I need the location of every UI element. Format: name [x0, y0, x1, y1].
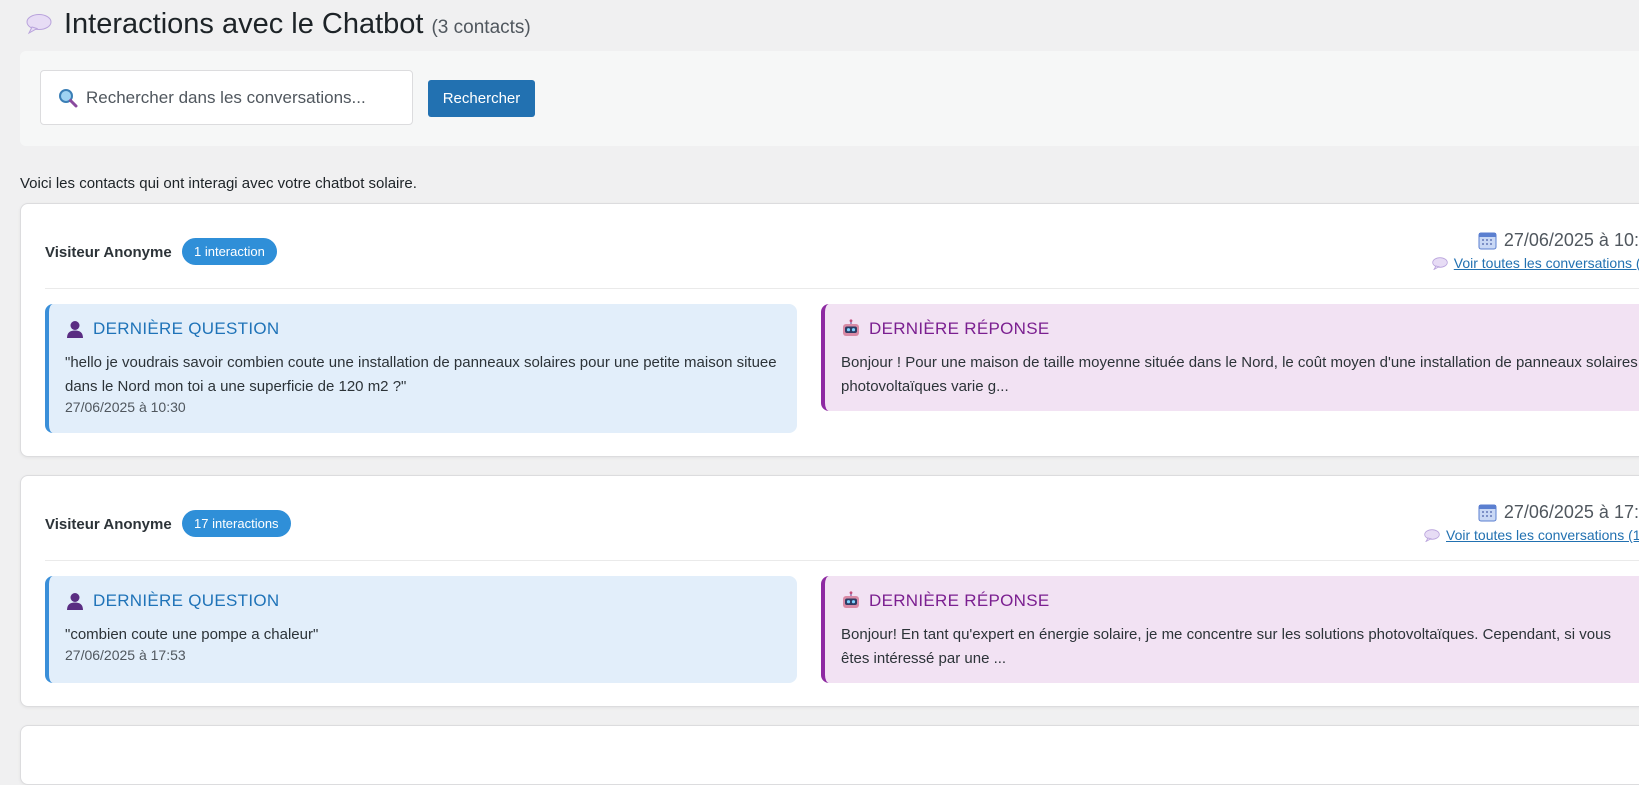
last-answer-text: Bonjour! En tant qu'expert en énergie so…: [841, 626, 1611, 667]
search-button[interactable]: Rechercher: [428, 80, 535, 117]
robot-icon: [843, 319, 859, 336]
user-icon: [67, 593, 83, 610]
last-question-box: DERNIÈRE QUESTION "combien coute une pom…: [45, 576, 797, 683]
page-header: Interactions avec le Chatbot (3 contacts…: [26, 8, 531, 41]
last-answer-header: DERNIÈRE RÉPONSE: [841, 591, 1050, 611]
search-field[interactable]: [40, 70, 413, 125]
last-question-header: DERNIÈRE QUESTION: [65, 591, 279, 611]
last-answer-title: DERNIÈRE RÉPONSE: [869, 319, 1050, 338]
contact-name: Visiteur Anonyme: [45, 244, 172, 261]
contact-name: Visiteur Anonyme: [45, 516, 172, 533]
speech-bubble-icon: [1432, 256, 1448, 270]
last-question-text: "hello je voudrais savoir combien coute …: [65, 354, 777, 395]
contact-date: 27/06/2025 à 10:30: [1478, 230, 1639, 251]
contact-count: (3 contacts): [431, 17, 531, 38]
last-question-title: DERNIÈRE QUESTION: [93, 591, 280, 610]
calendar-icon: [1478, 504, 1497, 522]
robot-icon: [843, 591, 859, 608]
contact-card: Visiteur Anonyme 17 interactions 27/06/2…: [20, 475, 1639, 707]
view-all-conversations-label: Voir toutes les conversations (1): [1453, 255, 1639, 271]
speech-bubble-icon: [1424, 528, 1440, 542]
last-question-text: "combien coute une pompe a chaleur": [65, 626, 319, 643]
interaction-count-badge: 1 interaction: [182, 238, 277, 265]
view-all-conversations-link[interactable]: Voir toutes les conversations (17): [1424, 527, 1639, 543]
last-question-date: 27/06/2025 à 17:53: [65, 647, 186, 663]
contact-card: [20, 725, 1639, 785]
last-question-date: 27/06/2025 à 10:30: [65, 399, 186, 415]
view-all-conversations-link[interactable]: Voir toutes les conversations (1): [1432, 255, 1639, 271]
page-title: Interactions avec le Chatbot: [64, 8, 424, 40]
contact-date-text: 27/06/2025 à 10:30: [1503, 230, 1639, 250]
contact-card: Visiteur Anonyme 1 interaction 27/06/202…: [20, 203, 1639, 457]
search-input[interactable]: [86, 87, 396, 108]
intro-text: Voici les contacts qui ont interagi avec…: [20, 175, 417, 192]
contact-card-header: Visiteur Anonyme 1 interaction 27/06/202…: [45, 204, 1639, 289]
contact-date: 27/06/2025 à 17:53: [1478, 502, 1639, 523]
last-answer-title: DERNIÈRE RÉPONSE: [869, 591, 1050, 610]
calendar-icon: [1478, 232, 1497, 250]
view-all-conversations-label: Voir toutes les conversations (17): [1446, 527, 1639, 543]
last-answer-box: DERNIÈRE RÉPONSE Bonjour! En tant qu'exp…: [821, 576, 1639, 683]
contact-card-header: Visiteur Anonyme 17 interactions 27/06/2…: [45, 476, 1639, 561]
last-question-title: DERNIÈRE QUESTION: [93, 319, 280, 338]
last-answer-box: DERNIÈRE RÉPONSE Bonjour ! Pour une mais…: [821, 304, 1639, 411]
user-icon: [67, 321, 83, 338]
last-answer-text: Bonjour ! Pour une maison de taille moye…: [841, 354, 1638, 395]
contact-date-text: 27/06/2025 à 17:53: [1503, 502, 1639, 522]
last-question-header: DERNIÈRE QUESTION: [65, 319, 279, 339]
interaction-count-badge: 17 interactions: [182, 510, 291, 537]
speech-bubble-icon: [26, 14, 52, 35]
last-answer-header: DERNIÈRE RÉPONSE: [841, 319, 1050, 339]
search-panel: Rechercher: [20, 51, 1639, 146]
last-question-box: DERNIÈRE QUESTION "hello je voudrais sav…: [45, 304, 797, 433]
search-icon: [59, 88, 78, 107]
